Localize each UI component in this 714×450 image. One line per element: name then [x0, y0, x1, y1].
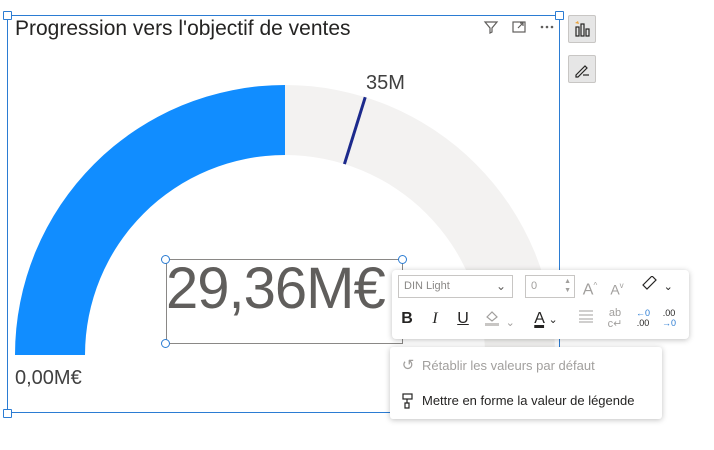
- decrease-font-size-button[interactable]: Av: [608, 275, 626, 297]
- font-family-select[interactable]: DIN Light ⌄: [398, 275, 513, 298]
- italic-button[interactable]: I: [426, 308, 444, 330]
- bold-button[interactable]: B: [398, 308, 416, 330]
- chevron-down-icon: ⌄: [663, 281, 673, 293]
- text-wrap-button[interactable]: ab c↵: [605, 308, 625, 330]
- decrease-decimal-label: .00: [636, 318, 650, 328]
- decrease-font-label: A: [610, 281, 620, 298]
- increase-decimal-label: .00: [662, 308, 676, 318]
- highlight-color-button[interactable]: ⌄: [480, 308, 518, 330]
- increase-decimal-button[interactable]: .00 →0: [658, 308, 680, 330]
- paint-bucket-icon: [483, 311, 505, 330]
- spinner-icon[interactable]: ▲ ▼: [564, 277, 571, 295]
- align-button[interactable]: [576, 308, 596, 330]
- selection-handle-top-right[interactable]: [398, 255, 407, 264]
- chevron-down-icon: ⌄: [548, 314, 558, 326]
- gauge-target-label: 35M: [366, 72, 405, 94]
- menu-item-reset-defaults[interactable]: ↺ Rétablir les valeurs par défaut: [390, 351, 662, 381]
- font-color-label: A: [534, 310, 545, 327]
- gauge-min-label: 0,00M€: [15, 367, 82, 389]
- reset-icon: ↺: [401, 357, 415, 374]
- selection-handle-top-left[interactable]: [161, 255, 170, 264]
- text-wrap-icon: ab c↵: [607, 307, 623, 330]
- chevron-down-icon: ⌄: [505, 317, 515, 329]
- increase-font-label: A: [582, 281, 594, 299]
- ruler-icon: [641, 275, 663, 294]
- increase-decimal-icon: →0: [661, 318, 676, 328]
- selection-handle-bottom-left[interactable]: [161, 339, 170, 348]
- font-family-value: DIN Light: [404, 280, 450, 292]
- decrease-decimal-button[interactable]: ←0 .00: [632, 308, 654, 330]
- underline-button[interactable]: U: [454, 308, 472, 330]
- format-painter-icon: [399, 386, 417, 420]
- font-size-value: 0: [531, 280, 538, 292]
- font-size-input[interactable]: 0 ▲ ▼: [525, 275, 575, 298]
- gauge-callout-value[interactable]: 29,36M€: [166, 255, 396, 322]
- chevron-down-icon: ⌄: [495, 279, 506, 293]
- menu-item-format-legend-value[interactable]: Mettre en forme la valeur de légende: [390, 386, 662, 416]
- align-icon: [578, 310, 594, 327]
- menu-item-label: Rétablir les valeurs par défaut: [422, 358, 595, 373]
- ruler-menu-button[interactable]: ⌄: [637, 275, 677, 297]
- decrease-decimal-icon: ←0: [635, 308, 650, 318]
- increase-font-size-button[interactable]: A^: [581, 275, 599, 299]
- font-color-button[interactable]: A ⌄: [527, 308, 565, 330]
- context-menu: ↺ Rétablir les valeurs par défaut Mettre…: [390, 347, 662, 419]
- menu-item-label: Mettre en forme la valeur de légende: [422, 393, 635, 408]
- format-toolbar: DIN Light ⌄ 0 ▲ ▼ A^ Av ⌄ B I U ⌄ A ⌄ ab c…: [392, 270, 689, 339]
